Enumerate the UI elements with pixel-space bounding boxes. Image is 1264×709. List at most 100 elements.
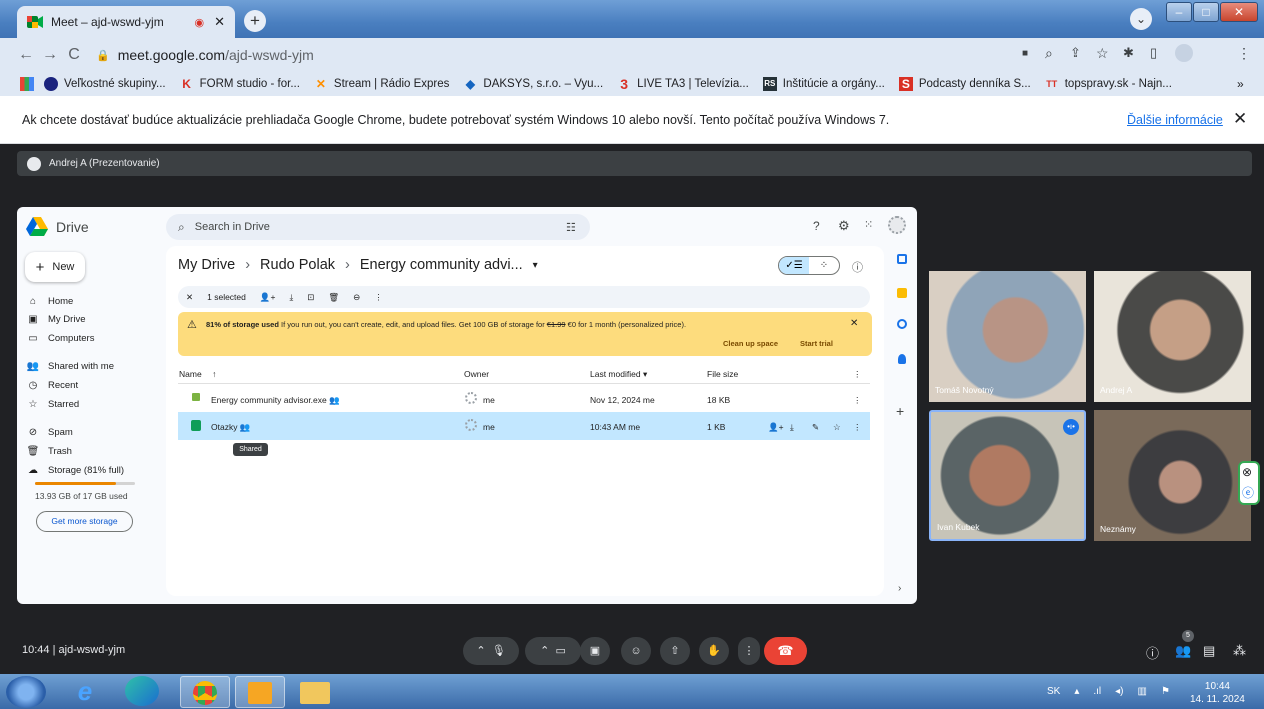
apps-icon[interactable] — [20, 77, 34, 91]
nav-spam[interactable]: ⊘ Spam — [26, 425, 73, 439]
emoji-button[interactable]: ☺ — [621, 637, 651, 665]
crumb-energy-folder[interactable]: Energy community advi... — [360, 257, 523, 273]
download-icon[interactable]: ⤓ — [289, 292, 293, 303]
calendar-icon[interactable] — [897, 254, 907, 264]
crumb-rudo-polak[interactable]: Rudo Polak — [260, 257, 335, 273]
start-button[interactable] — [6, 676, 46, 708]
sidepanel-icon[interactable]: ▯ — [1150, 45, 1157, 61]
minimize-button[interactable]: – — [1166, 2, 1192, 22]
reload-icon[interactable]: C — [62, 46, 86, 64]
sort-up-icon[interactable]: ↑ — [212, 369, 216, 379]
signal-icon[interactable]: .ıl — [1093, 686, 1101, 697]
outlook-icon[interactable] — [235, 676, 285, 708]
row-star-icon[interactable]: ☆ — [833, 422, 841, 433]
add-addon-icon[interactable]: + — [896, 403, 904, 419]
clear-selection-icon[interactable]: ✕ — [186, 292, 193, 303]
get-more-storage-button[interactable]: Get more storage — [36, 511, 133, 532]
chevron-up-icon[interactable]: ⌃ — [540, 645, 549, 657]
contacts-icon[interactable] — [898, 354, 906, 364]
account-avatar[interactable] — [888, 216, 906, 234]
volume-icon[interactable]: ◂) — [1115, 686, 1123, 697]
nav-my-drive[interactable]: ▣ My Drive — [26, 312, 85, 326]
url-field[interactable]: meet.google.com/ajd-wswd-yjm — [118, 47, 314, 63]
drive-search-input[interactable]: ⌕ Search in Drive ☷ — [166, 214, 590, 240]
edge-icon[interactable] — [125, 676, 159, 706]
list-view-icon[interactable]: ✓☰ — [779, 257, 809, 274]
nav-starred[interactable]: ☆ Starred — [26, 397, 80, 411]
more-actions-icon[interactable]: ⋮ — [374, 292, 383, 303]
bookmark-6[interactable]: RS Inštitúcie a orgány... — [762, 77, 885, 91]
table-row-selected[interactable]: Otazky 👥 me 10:43 AM me 1 KB 👤+ ⤓ ✎ ☆ ⋮ — [178, 412, 870, 440]
participant-tile-3[interactable]: •ı• Ivan Kubek — [929, 410, 1086, 541]
link-icon[interactable]: ⊖ — [353, 292, 360, 303]
start-trial-button[interactable]: Start trial — [800, 339, 833, 348]
bookmark-2[interactable]: K FORM studio - for... — [180, 77, 300, 91]
tasks-icon[interactable] — [897, 319, 907, 329]
participant-tile-1[interactable]: Tomáš Novotný — [929, 271, 1086, 402]
warning-close-icon[interactable]: ✕ — [850, 318, 858, 329]
language-indicator[interactable]: SK — [1047, 686, 1060, 697]
column-options-icon[interactable]: ⋮ — [853, 369, 862, 380]
camera-icon[interactable]: ■ — [1022, 48, 1028, 59]
infobar-close-icon[interactable]: ✕ — [1233, 109, 1247, 129]
bookmark-5[interactable]: 3 LIVE TA3 | Televízia... — [617, 77, 749, 91]
move-icon[interactable]: ⊡ — [307, 292, 314, 303]
tab-close-icon[interactable]: ✕ — [214, 14, 225, 30]
tray-expand-icon[interactable]: ▴ — [1074, 686, 1079, 697]
activities-icon[interactable]: ⁂ — [1233, 643, 1246, 659]
lock-icon[interactable]: 🔒 — [96, 49, 110, 62]
flag-icon[interactable]: ⚑ — [1161, 686, 1170, 697]
nav-trash[interactable]: 🗑 Trash — [26, 444, 72, 458]
col-owner[interactable]: Owner — [464, 369, 489, 379]
crumb-my-drive[interactable]: My Drive — [178, 257, 235, 273]
bookmark-1[interactable]: Veľkostné skupiny... — [44, 77, 166, 91]
nav-recent[interactable]: ◷ Recent — [26, 378, 78, 392]
bookmark-4[interactable]: ◆ DAKSYS, s.r.o. – Vyu... — [463, 77, 603, 91]
new-button[interactable]: + New — [25, 252, 85, 282]
details-info-icon[interactable]: ⓘ — [852, 259, 863, 275]
share-icon[interactable]: ⇪ — [1070, 45, 1081, 61]
chevron-up-icon[interactable]: ⌃ — [476, 645, 485, 657]
nav-storage[interactable]: ☁ Storage (81% full) — [26, 463, 124, 477]
col-name[interactable]: Name ↑ — [179, 369, 216, 379]
profile-icon[interactable] — [1175, 44, 1193, 62]
browser-tab[interactable]: Meet – ajd-wswd-yjm ◉ ✕ — [17, 6, 235, 38]
drive-logo[interactable]: Drive — [26, 217, 89, 236]
new-tab-button[interactable]: + — [244, 10, 266, 32]
ie-icon[interactable]: e — [65, 676, 105, 708]
zoom-icon[interactable]: ⌕ — [1045, 45, 1053, 62]
search-options-icon[interactable]: ☷ — [566, 221, 576, 234]
end-call-button[interactable]: ☎ — [764, 637, 807, 665]
bookmark-star-icon[interactable]: ☆ — [1096, 45, 1109, 62]
chat-icon[interactable]: ▤ — [1203, 643, 1215, 659]
widget-close-icon[interactable]: ⊗ — [1242, 465, 1252, 479]
nav-shared[interactable]: 👥 Shared with me — [26, 359, 114, 373]
row-more-icon[interactable]: ⋮ — [853, 422, 862, 433]
explorer-icon[interactable] — [295, 676, 335, 708]
more-bookmarks-icon[interactable]: » — [1237, 77, 1244, 91]
help-icon[interactable]: ? — [813, 219, 820, 233]
nav-home[interactable]: ⌂ Home — [26, 294, 73, 308]
crumb-dropdown-icon[interactable]: ▾ — [533, 260, 538, 273]
system-clock[interactable]: 10:44 14. 11. 2024 — [1190, 680, 1245, 706]
chrome-icon[interactable] — [180, 676, 230, 708]
keep-icon[interactable] — [897, 288, 907, 298]
apps-grid-icon[interactable]: ⁙ — [864, 218, 873, 231]
infobar-more-link[interactable]: Ďalšie informácie — [1127, 113, 1223, 127]
bookmark-3[interactable]: ✕ Stream | Rádio Expres — [314, 77, 450, 91]
mic-button[interactable]: ⌃ 🎙 — [463, 637, 519, 665]
expand-panel-icon[interactable]: › — [898, 583, 901, 594]
row-download-icon[interactable]: ⤓ — [790, 422, 794, 433]
participant-tile-2[interactable]: Andrej A — [1094, 271, 1251, 402]
forward-icon[interactable]: → — [38, 46, 62, 64]
row-share-icon[interactable]: 👤+ — [768, 422, 784, 433]
share-person-icon[interactable]: 👤+ — [260, 292, 276, 303]
participant-tile-4[interactable]: Neznámy — [1094, 410, 1251, 541]
row-rename-icon[interactable]: ✎ — [812, 422, 819, 433]
extensions-icon[interactable]: ✱ — [1123, 45, 1134, 61]
table-row[interactable]: Energy community advisor.exe 👥 me Nov 12… — [178, 385, 870, 413]
col-modified[interactable]: Last modified ▾ — [590, 369, 647, 380]
people-icon[interactable]: 👥 — [1175, 643, 1191, 659]
tabsearch-button[interactable]: ⌄ — [1130, 8, 1152, 30]
bookmark-8[interactable]: TT topspravy.sk - Najn... — [1045, 77, 1172, 91]
